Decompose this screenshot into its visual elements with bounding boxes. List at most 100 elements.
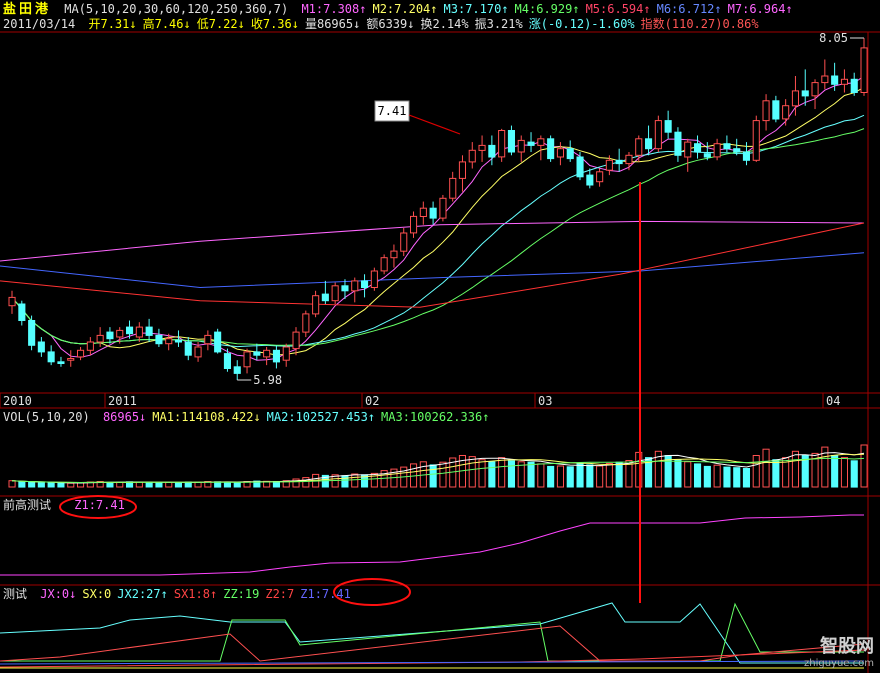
vol-bar (47, 482, 55, 488)
candle-up (517, 139, 525, 153)
vol-bar (762, 448, 770, 488)
candle-up (625, 154, 633, 165)
candle-down (155, 334, 163, 345)
vol-bar (341, 475, 349, 488)
candle-up (684, 141, 692, 158)
candle-up (194, 346, 202, 358)
candle-down (576, 156, 584, 178)
candle-up (243, 351, 251, 368)
candle-up (331, 285, 339, 302)
vol-title: VOL(5,10,20) (3, 410, 90, 424)
candle-down (742, 151, 751, 161)
vol-item-0: 86965↓ (102, 410, 147, 424)
test-item-4: ZZ:19 (223, 587, 260, 601)
vol-bar (713, 464, 721, 488)
vol-pane-label: VOL(5,10,20) 86965↓ MA1:114108.422↓ MA2:10… (3, 409, 501, 425)
test-line-4 (0, 649, 865, 668)
vol-bar (723, 466, 731, 488)
vol-bar (615, 461, 623, 488)
candle-up (96, 334, 104, 343)
candle-up (351, 280, 359, 292)
ma-line-4 (11, 128, 865, 346)
callout-pointer (408, 114, 461, 135)
candle-down (772, 100, 780, 120)
qg-value: Z1:7.41 (74, 498, 125, 512)
vol-item-3: MA3:100262.336↑ (381, 410, 490, 424)
candle-down (703, 153, 711, 158)
test-items: JX:0↓ SX:0 JX2:27↑ SX1:8↑ ZZ:19 Z2:7 Z1:7.41 (40, 587, 357, 601)
candle-down (37, 341, 45, 353)
vol-bar (752, 455, 760, 488)
qg-pane-label: 前高测试 Z1:7.41 (3, 497, 131, 513)
test-title: 测试 (3, 587, 28, 601)
candle-down (214, 331, 222, 353)
test-pane-label: 测试 JX:0↓ SX:0 JX2:27↑ SX1:8↑ ZZ:19 Z2:7 Z1:7.4… (3, 586, 363, 602)
vol-bar (831, 455, 839, 488)
vol-bar (145, 481, 153, 488)
vol-bar (586, 464, 594, 488)
candle-down (106, 331, 114, 340)
candle-down (126, 326, 134, 335)
vol-bar (155, 482, 163, 488)
candle-up (556, 148, 565, 158)
candle-down (694, 143, 702, 153)
candle-up (449, 177, 457, 199)
high-label: 8.05 (819, 31, 848, 45)
candle-down (664, 120, 672, 133)
candle-up (596, 171, 604, 183)
candle-up (752, 120, 760, 161)
test-item-0: JX:0↓ (40, 587, 77, 601)
candle-up (165, 338, 173, 345)
vol-bar (67, 482, 75, 488)
candle-up (380, 257, 388, 272)
candle-down (615, 159, 623, 165)
vol-bar (684, 461, 692, 488)
candle-up (811, 82, 819, 97)
candle-down (733, 148, 741, 153)
candle-down (361, 280, 369, 288)
stock-chart-canvas[interactable]: 8.05 5.98 7.41 2010 2011 02 03 04 (0, 0, 880, 673)
candle-up (410, 215, 418, 234)
vol-bar (37, 482, 45, 488)
vol-bar (468, 456, 476, 488)
candle-down (145, 326, 153, 336)
candle-up (77, 349, 85, 358)
qg-title: 前高测试 (3, 498, 52, 512)
candle-up (390, 250, 398, 259)
candle-down (801, 90, 809, 97)
candle-up (204, 334, 212, 345)
candle-down (527, 141, 535, 146)
test-item-2: JX2:27↑ (117, 587, 168, 601)
candle-up (498, 130, 506, 158)
vol-bar (527, 461, 535, 488)
vol-bar (194, 481, 202, 488)
vol-bar (165, 481, 173, 488)
vol-bar (28, 481, 36, 488)
candle-up (302, 313, 310, 333)
candle-down (18, 303, 26, 321)
vol-bar (566, 466, 574, 488)
candle-down (723, 143, 731, 150)
long-ma-2 (0, 252, 865, 289)
vol-bar (439, 461, 447, 488)
candle-down (488, 144, 496, 158)
vol-bar (429, 464, 437, 488)
candle-up (370, 270, 378, 288)
candle-up (135, 326, 143, 338)
candle-up (654, 120, 662, 150)
watermark-title: 智股网 (820, 636, 874, 657)
candle-down (28, 320, 36, 346)
candle-up (8, 296, 16, 307)
candle-down (184, 341, 192, 356)
candle-down (253, 351, 261, 356)
vol-bar (576, 463, 584, 488)
vol-bar (860, 444, 868, 488)
candle-up (468, 149, 476, 163)
vol-bar (174, 482, 182, 488)
vol-bar (605, 463, 613, 488)
test-item-3: SX1:8↑ (173, 587, 218, 601)
long-ma-3 (0, 222, 865, 308)
vol-bar (596, 465, 604, 488)
watermark-url: zhiguyue.com (804, 658, 874, 669)
candle-down (547, 138, 555, 160)
